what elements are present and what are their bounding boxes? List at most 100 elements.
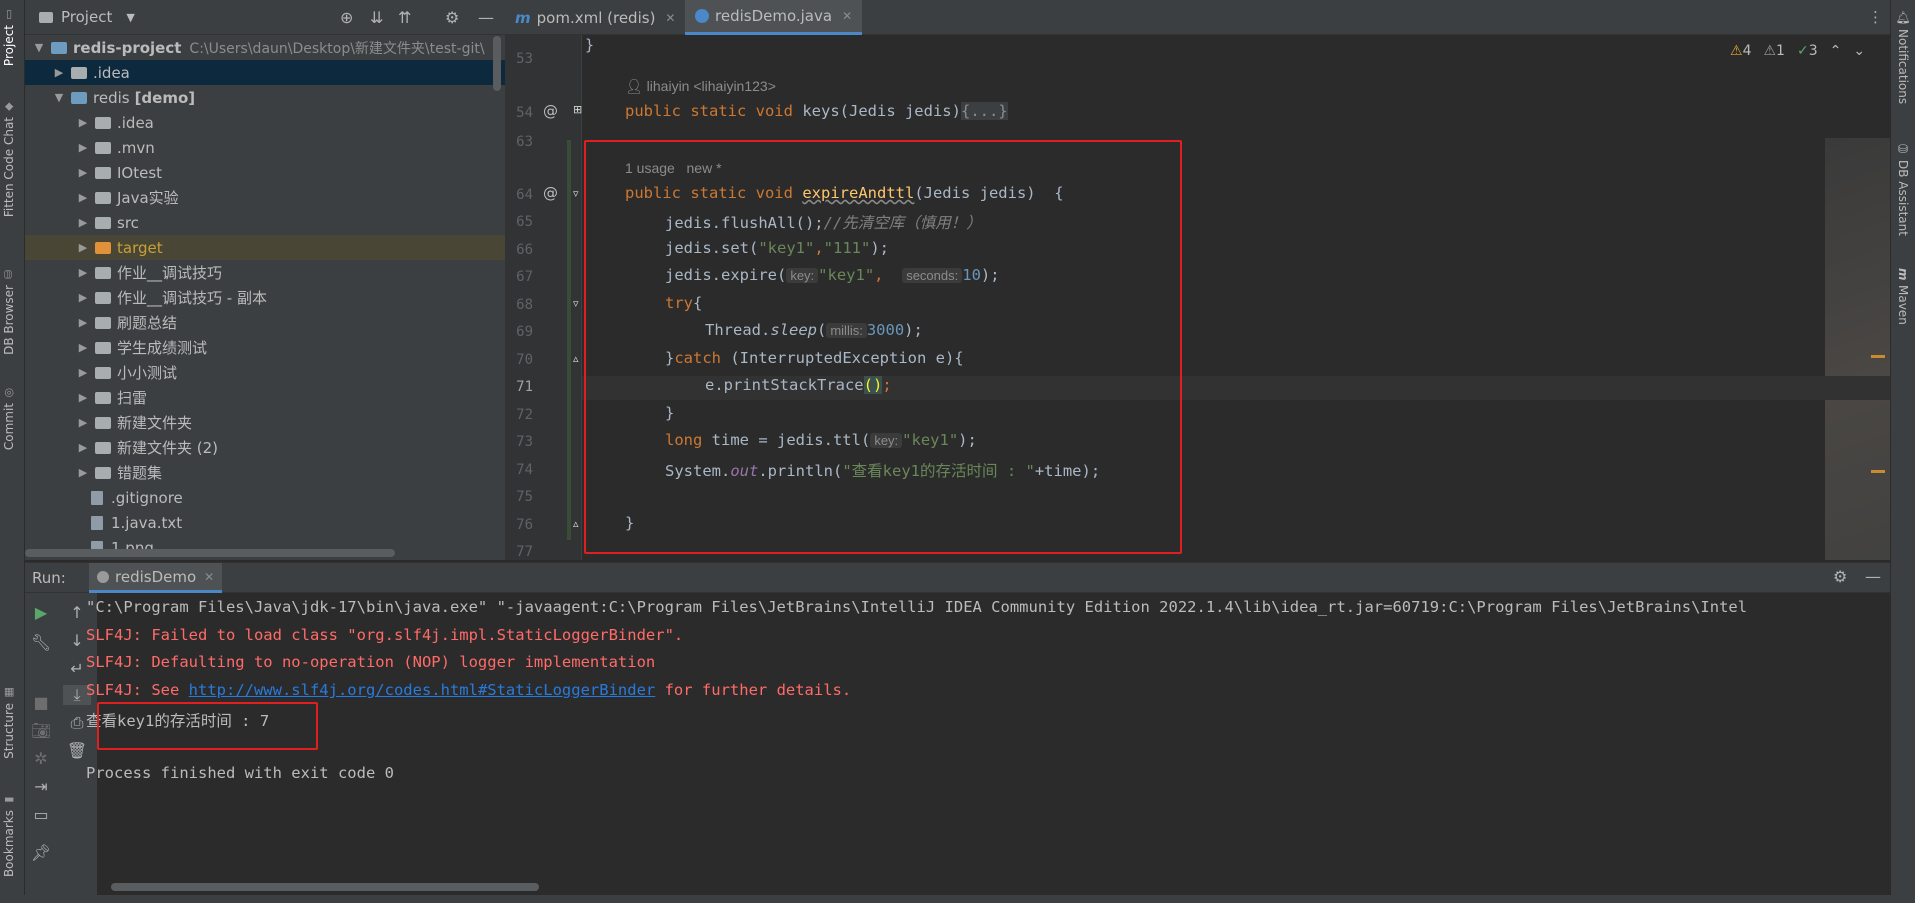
run-tab-label: redisDemo (115, 567, 197, 586)
code-line-54[interactable]: public static void keys(Jedis jedis){...… (625, 102, 1008, 120)
fold-end-icon[interactable]: ▵ (573, 517, 579, 530)
tree-row[interactable]: ▶ 学生成绩测试 (25, 335, 505, 360)
minimize-icon[interactable]: — (478, 8, 494, 27)
chevron-right-icon[interactable]: ▶ (75, 191, 91, 204)
console-horizontal-scrollbar[interactable] (111, 883, 539, 891)
trash-icon[interactable]: 🗑︎ (63, 741, 91, 760)
chevron-right-icon[interactable]: ▶ (51, 66, 67, 79)
minimize-icon[interactable]: — (1865, 567, 1881, 586)
chevron-right-icon[interactable]: ▶ (75, 466, 91, 479)
tree-row[interactable]: ▶ 新建文件夹 (2) (25, 435, 505, 460)
error-stripe-mark[interactable] (1871, 470, 1885, 473)
tree-label: Java实验 (117, 189, 179, 207)
slf4j-link[interactable]: http://www.slf4j.org/codes.html#StaticLo… (189, 681, 656, 699)
tree-label: target (117, 238, 163, 257)
folder-icon (95, 216, 111, 229)
chevron-right-icon[interactable]: ▶ (75, 291, 91, 304)
chevron-right-icon[interactable]: ▶ (75, 416, 91, 429)
tree-row[interactable]: ▶ src (25, 210, 505, 235)
db-browser-tab[interactable]: DB Browser ⛁ (2, 268, 16, 355)
pin-icon[interactable]: 📌︎ (27, 843, 55, 862)
override-marker-icon[interactable]: @ (543, 184, 558, 202)
file-icon (91, 490, 103, 505)
close-icon[interactable]: ✕ (842, 9, 852, 23)
camera-icon[interactable]: 📷︎ (27, 721, 55, 740)
locate-file-icon[interactable]: ⊕ (340, 8, 353, 27)
fold-expand-icon[interactable]: ⊞ (573, 103, 582, 116)
tree-row[interactable]: ▶ 扫雷 (25, 385, 505, 410)
fold-collapse-icon[interactable]: ▵ (573, 352, 579, 365)
bookmark-icon: ▮ (2, 793, 16, 806)
tree-root-row[interactable]: ▼ redis-project C:\Users\daun\Desktop\新建… (25, 35, 505, 60)
tree-row[interactable]: ▼ redis [demo] (25, 85, 505, 110)
chevron-right-icon[interactable]: ▶ (75, 341, 91, 354)
chevron-right-icon[interactable]: ▶ (75, 391, 91, 404)
chevron-up-icon[interactable]: ⌃ (1830, 43, 1842, 59)
tree-row[interactable]: ▶ 小小测试 (25, 360, 505, 385)
gear-icon[interactable]: ⚙ (445, 8, 459, 27)
structure-tab[interactable]: Structure ▦ (2, 686, 16, 759)
tree-row[interactable]: ▶ .mvn (25, 135, 505, 160)
project-vertical-scrollbar[interactable] (493, 36, 501, 91)
tree-row[interactable]: ▶ 刷题总结 (25, 310, 505, 335)
commit-tab[interactable]: Commit ◎ (2, 386, 16, 450)
tab-redisdemo-java[interactable]: redisDemo.java ✕ (685, 0, 863, 35)
expand-all-icon[interactable]: ⇊ (370, 8, 383, 27)
chevron-right-icon[interactable]: ▶ (75, 366, 91, 379)
chevron-right-icon[interactable]: ▶ (75, 241, 91, 254)
tree-row[interactable]: ▶ IOtest (25, 160, 505, 185)
exit-icon[interactable]: ⇥ (27, 777, 55, 796)
maven-tab[interactable]: m Maven (1896, 268, 1910, 324)
project-panel-title[interactable]: Project (61, 8, 112, 26)
chevron-down-icon[interactable]: ▼ (31, 41, 47, 54)
tree-row[interactable]: ▶ 错题集 (25, 460, 505, 485)
tree-label: 作业__调试技巧 (117, 264, 223, 282)
tree-row[interactable]: ▶ target (25, 235, 505, 260)
close-icon[interactable]: ✕ (665, 11, 675, 25)
project-horizontal-scrollbar[interactable] (25, 549, 395, 557)
more-options-icon[interactable]: ⋮ (1868, 8, 1883, 26)
chevron-down-icon[interactable]: ▼ (126, 11, 134, 24)
chevron-right-icon[interactable]: ▶ (75, 316, 91, 329)
chevron-right-icon[interactable]: ▶ (75, 166, 91, 179)
override-marker-icon[interactable]: @ (543, 102, 558, 120)
stop-icon[interactable]: ■ (27, 693, 55, 712)
tree-row[interactable]: ▶ 作业__调试技巧 (25, 260, 505, 285)
author-hint[interactable]: 👤︎ lihaiyin <lihaiyin123> (625, 78, 776, 95)
tree-row[interactable]: ▶ Java实验 (25, 185, 505, 210)
tree-row[interactable]: ▶ 作业__调试技巧 - 副本 (25, 285, 505, 310)
layout-icon[interactable]: ▭ (27, 805, 55, 824)
chevron-right-icon[interactable]: ▶ (75, 141, 91, 154)
notifications-tab[interactable]: 🔔︎ Notifications (1896, 10, 1910, 104)
project-tool-tab[interactable]: Project ▭ (2, 8, 16, 66)
collapse-all-icon[interactable]: ⇈ (398, 8, 411, 27)
chevron-right-icon[interactable]: ▶ (75, 216, 91, 229)
chevron-right-icon[interactable]: ▶ (75, 266, 91, 279)
bookmarks-tab[interactable]: Bookmarks ▮ (2, 793, 16, 877)
status-bar (0, 895, 1915, 903)
chevron-down-icon[interactable]: ▼ (51, 91, 67, 104)
gear-icon[interactable]: ⚙ (1833, 567, 1847, 586)
fold-collapse-icon[interactable]: ▿ (573, 187, 579, 200)
wrench-icon[interactable]: 🔧︎ (27, 633, 55, 652)
close-icon[interactable]: ✕ (204, 570, 214, 584)
fitten-code-chat-tab[interactable]: Fitten Code Chat ◆ (2, 100, 16, 217)
tree-row[interactable]: 1.java.txt (25, 510, 505, 535)
tree-row[interactable]: ▶ 新建文件夹 (25, 410, 505, 435)
tree-row[interactable]: .gitignore (25, 485, 505, 510)
tree-row[interactable]: ▶ .idea (25, 110, 505, 135)
tree-row[interactable]: ▶ .idea (25, 60, 505, 85)
run-tab-redisdemo[interactable]: redisDemo ✕ (89, 563, 223, 593)
inspection-widget[interactable]: ⚠4 ⚠1 ✓3 ⌃ ⌄ (1730, 43, 1865, 59)
chevron-right-icon[interactable]: ▶ (75, 116, 91, 129)
chevron-right-icon[interactable]: ▶ (75, 441, 91, 454)
error-stripe-mark[interactable] (1871, 355, 1885, 358)
tree-label: .gitignore (111, 488, 183, 507)
tab-pom-xml[interactable]: m pom.xml (redis) ✕ (505, 0, 685, 35)
bug-icon[interactable]: ✲ (27, 749, 55, 768)
db-assistant-tab[interactable]: ⛁ DB Assistant (1896, 142, 1910, 236)
chevron-down-icon[interactable]: ⌄ (1853, 43, 1865, 59)
fold-collapse-icon[interactable]: ▿ (573, 297, 579, 310)
weak-warning-count: ⚠1 (1763, 43, 1785, 59)
rerun-icon[interactable]: ▶ (27, 603, 55, 622)
